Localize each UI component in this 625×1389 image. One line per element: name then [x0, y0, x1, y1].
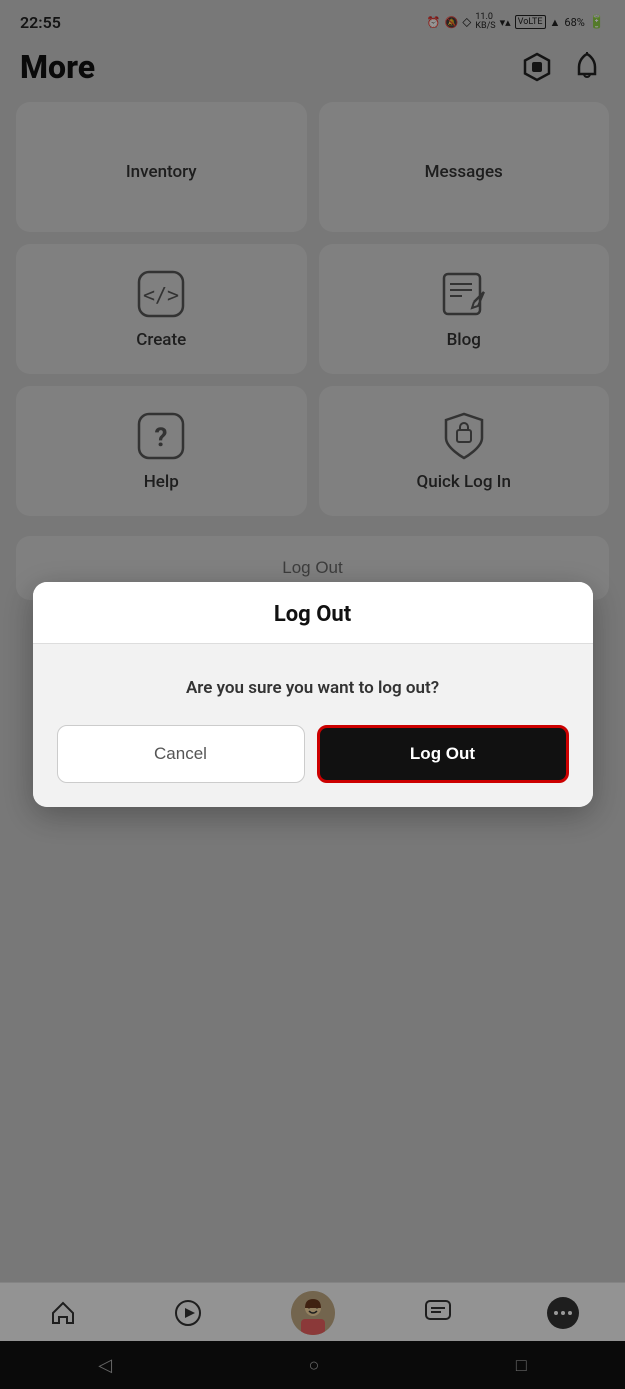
modal-actions: Cancel Log Out: [33, 725, 593, 807]
modal-body: Are you sure you want to log out?: [33, 644, 593, 726]
modal-header: Log Out: [33, 582, 593, 644]
modal-overlay: Log Out Are you sure you want to log out…: [0, 0, 625, 1389]
logout-modal: Log Out Are you sure you want to log out…: [33, 582, 593, 808]
modal-message: Are you sure you want to log out?: [186, 678, 439, 698]
cancel-button[interactable]: Cancel: [57, 725, 305, 783]
logout-confirm-button[interactable]: Log Out: [317, 725, 569, 783]
modal-title: Log Out: [274, 602, 351, 627]
